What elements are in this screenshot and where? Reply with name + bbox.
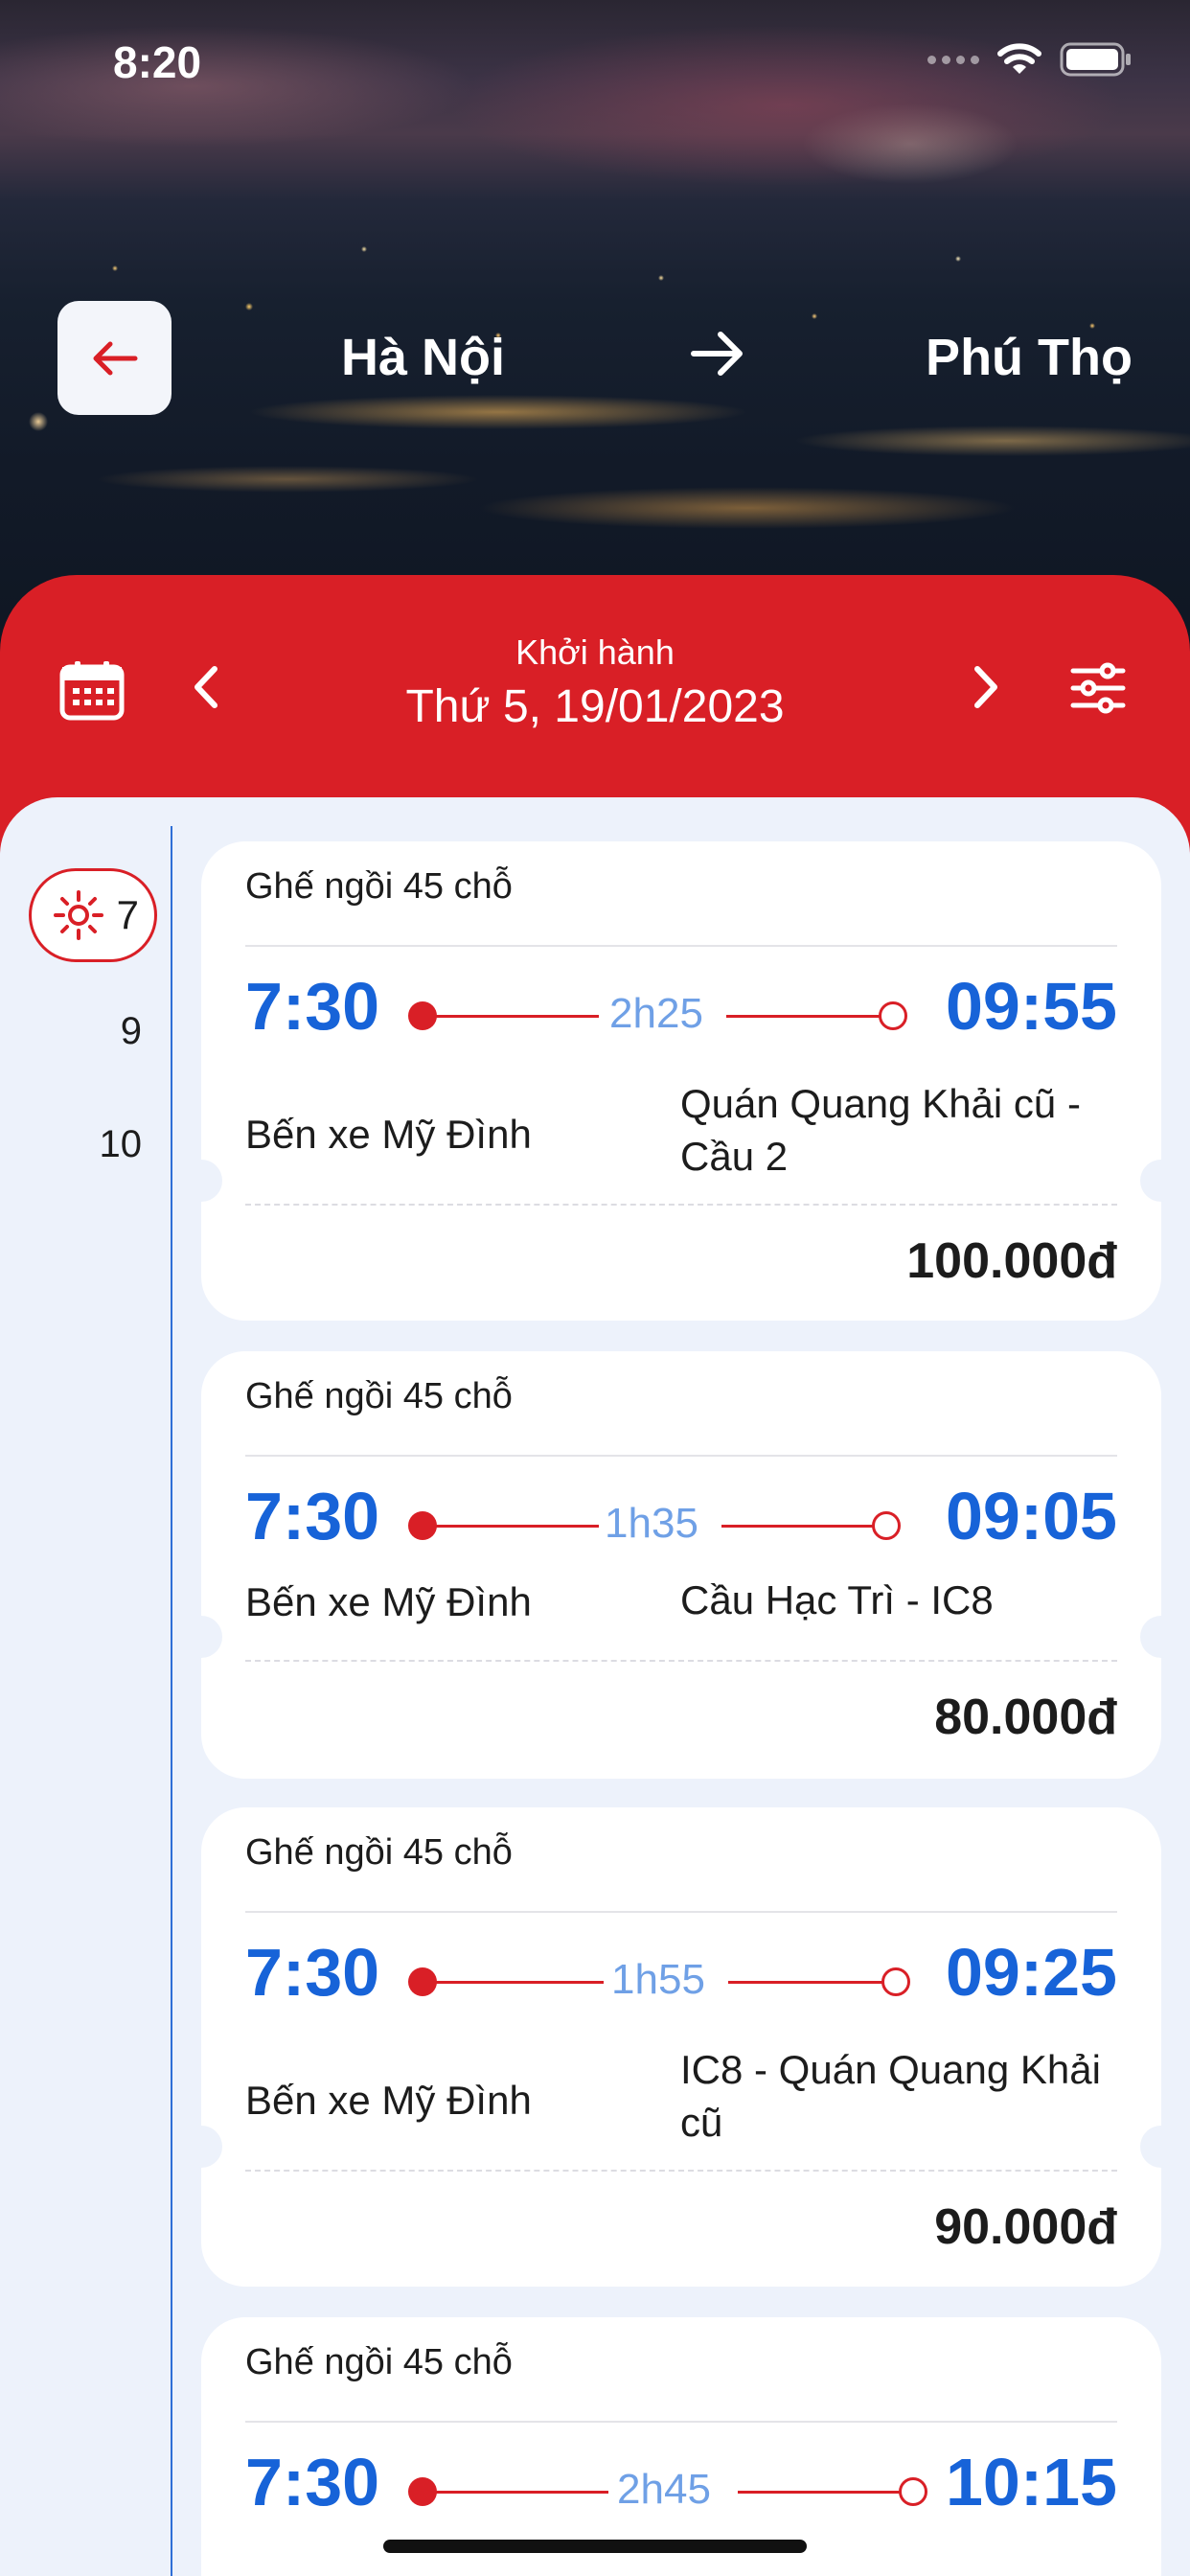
route-origin: Hà Nội bbox=[341, 329, 506, 386]
trip-card[interactable]: Ghế ngồi 45 chỗ 7:30 1h55 09:25 Bến xe M… bbox=[180, 1807, 1182, 2287]
depart-time: 7:30 bbox=[245, 969, 380, 1044]
route-line bbox=[721, 1525, 884, 1528]
pickup-point: Bến xe Mỹ Đình bbox=[245, 1579, 532, 1624]
trip-duration: 2h25 bbox=[609, 990, 703, 1037]
arrive-dot bbox=[879, 1001, 907, 1030]
trip-price: 100.000đ bbox=[906, 1233, 1117, 1289]
dropoff-point: Cầu Hạc Trì - IC8 bbox=[680, 1577, 994, 1622]
ticket-notch bbox=[180, 2126, 222, 2168]
ticket-notch bbox=[1140, 2126, 1182, 2168]
trip-price: 80.000đ bbox=[934, 1690, 1117, 1745]
seat-type: Ghế ngồi 45 chỗ bbox=[245, 1832, 513, 1873]
route-destination: Phú Thọ bbox=[926, 329, 1133, 386]
dashed-divider bbox=[245, 1204, 1117, 1206]
pickup-point: Bến xe Mỹ Đình bbox=[245, 2078, 532, 2123]
depart-time: 7:30 bbox=[245, 1479, 380, 1553]
arrive-time: 10:15 bbox=[945, 2445, 1117, 2519]
route-line bbox=[728, 1981, 893, 1984]
arrive-time: 09:55 bbox=[945, 969, 1117, 1044]
arrive-dot bbox=[881, 1967, 910, 1996]
divider bbox=[245, 2421, 1117, 2423]
route-line bbox=[431, 1015, 599, 1018]
wifi-icon bbox=[997, 43, 1041, 74]
arrive-dot bbox=[872, 1511, 901, 1540]
sun-icon bbox=[54, 890, 103, 940]
hour-filter-item[interactable]: 9 bbox=[0, 1010, 142, 1053]
route-arrow-icon bbox=[691, 332, 743, 376]
departure-label: Khởi hành bbox=[515, 632, 675, 672]
hour-filter-active[interactable]: 7 bbox=[29, 868, 157, 962]
back-arrow-icon bbox=[93, 341, 137, 375]
hour-active-label: 7 bbox=[116, 892, 139, 937]
dashed-divider bbox=[245, 2170, 1117, 2172]
divider bbox=[245, 1911, 1117, 1913]
battery-icon bbox=[1060, 42, 1131, 77]
seat-type: Ghế ngồi 45 chỗ bbox=[245, 2342, 513, 2382]
route-line bbox=[431, 2491, 608, 2494]
arrive-time: 09:25 bbox=[945, 1935, 1117, 2010]
trip-duration: 1h35 bbox=[605, 1500, 698, 1547]
hour-filter-item[interactable]: 10 bbox=[0, 1123, 143, 1166]
home-indicator bbox=[383, 2540, 807, 2553]
trip-price: 90.000đ bbox=[934, 2199, 1117, 2255]
depart-time: 7:30 bbox=[245, 2445, 380, 2519]
ticket-notch bbox=[1140, 1616, 1182, 1658]
trip-duration: 1h55 bbox=[611, 1956, 705, 2003]
pickup-point: Bến xe Mỹ Đình bbox=[245, 1112, 532, 1157]
back-button[interactable] bbox=[57, 301, 172, 415]
route-line bbox=[431, 1525, 599, 1528]
depart-time: 7:30 bbox=[245, 1935, 380, 2010]
filter-icon[interactable] bbox=[1069, 661, 1127, 715]
arrive-time: 09:05 bbox=[945, 1479, 1117, 1553]
city-lights-image bbox=[0, 192, 1190, 594]
hour-timeline-line bbox=[171, 826, 172, 2576]
chevron-right-icon[interactable] bbox=[970, 663, 1004, 711]
departure-date[interactable]: Thứ 5, 19/01/2023 bbox=[0, 680, 1190, 733]
status-time: 8:20 bbox=[113, 37, 202, 87]
arrive-dot bbox=[899, 2477, 927, 2506]
dropoff-point: Quán Quang Khải cũ - Cầu 2 bbox=[680, 1081, 1081, 1179]
route-line bbox=[431, 1981, 604, 1984]
status-icons bbox=[927, 42, 1133, 77]
ticket-notch bbox=[180, 1160, 222, 1202]
trip-card[interactable]: Ghế ngồi 45 chỗ 7:30 1h35 09:05 Bến xe M… bbox=[180, 1351, 1182, 1779]
trip-duration: 2h45 bbox=[617, 2466, 711, 2513]
dashed-divider bbox=[245, 1660, 1117, 1662]
signal-icon bbox=[927, 55, 979, 64]
ticket-notch bbox=[1140, 1160, 1182, 1202]
trip-list-area[interactable]: 7 9 10 Ghế ngồi 45 chỗ 7:30 2h25 09:55 B… bbox=[0, 797, 1190, 2576]
trip-card[interactable]: Ghế ngồi 45 chỗ 7:30 2h25 09:55 Bến xe M… bbox=[180, 841, 1182, 1321]
divider bbox=[245, 1455, 1117, 1457]
seat-type: Ghế ngồi 45 chỗ bbox=[245, 866, 513, 907]
divider bbox=[245, 945, 1117, 947]
seat-type: Ghế ngồi 45 chỗ bbox=[245, 1376, 513, 1416]
ticket-notch bbox=[180, 1616, 222, 1658]
trip-card[interactable]: Ghế ngồi 45 chỗ 7:30 2h45 10:15 bbox=[201, 2317, 1161, 2576]
route-line bbox=[726, 1015, 889, 1018]
route-line bbox=[738, 2491, 910, 2494]
dropoff-point: IC8 - Quán Quang Khải cũ bbox=[680, 2047, 1101, 2145]
